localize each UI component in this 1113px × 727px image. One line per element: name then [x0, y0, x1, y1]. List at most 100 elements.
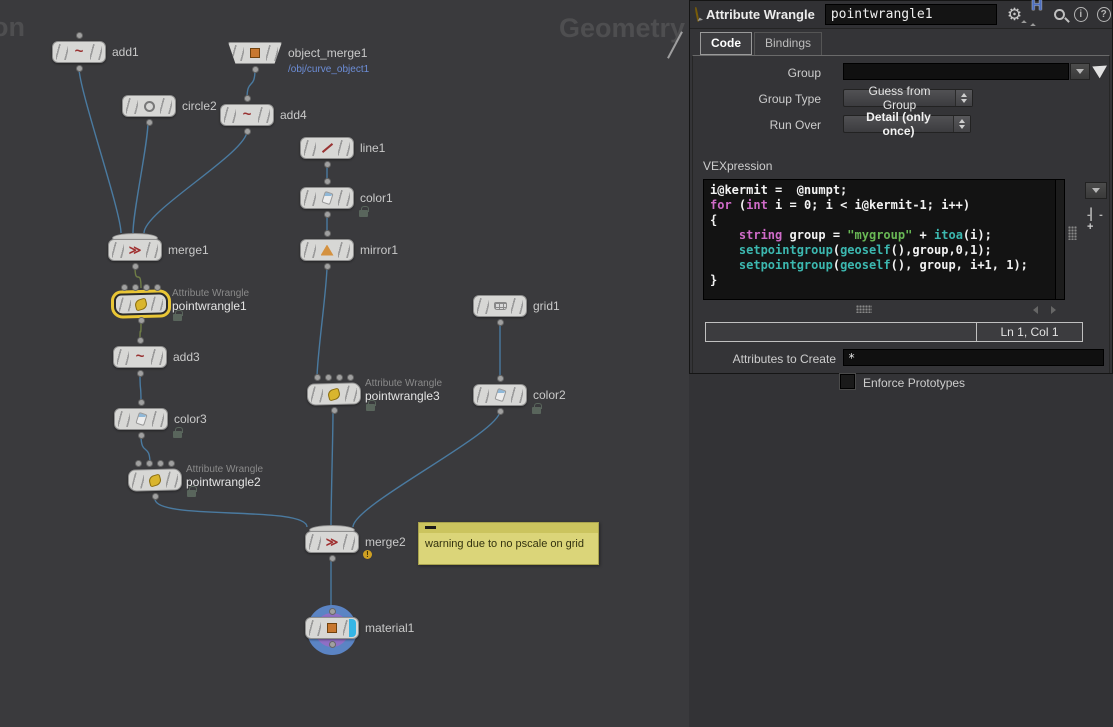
- merge-icon: ≫: [129, 243, 142, 257]
- run-over-spinner-icon[interactable]: [953, 116, 970, 132]
- input-connector[interactable]: [143, 284, 150, 291]
- output-connector[interactable]: [146, 119, 153, 126]
- warning-icon[interactable]: !: [363, 550, 372, 559]
- group-input[interactable]: [843, 63, 1069, 80]
- network-editor[interactable]: on Geometry ~add1object_merge1/obj/curve…: [0, 0, 689, 727]
- houdini-logo-icon[interactable]: H: [1031, 0, 1045, 33]
- node-add4[interactable]: ~: [220, 104, 274, 126]
- node-line1[interactable]: [300, 137, 354, 159]
- search-icon[interactable]: [1054, 9, 1064, 20]
- input-connector[interactable]: [347, 374, 354, 381]
- group-dropdown-button[interactable]: [1070, 63, 1090, 80]
- input-connector[interactable]: [244, 95, 251, 102]
- help-icon[interactable]: ?: [1097, 7, 1111, 22]
- output-connector[interactable]: [497, 319, 504, 326]
- wire[interactable]: [331, 412, 333, 525]
- node-color2[interactable]: [473, 384, 527, 406]
- attribs-to-create-input[interactable]: [843, 349, 1104, 366]
- wave-icon: ~: [243, 110, 252, 120]
- output-connector[interactable]: [244, 128, 251, 135]
- output-connector[interactable]: [152, 493, 159, 500]
- input-connector[interactable]: [497, 375, 504, 382]
- tab-code[interactable]: Code: [700, 32, 752, 55]
- run-over-select[interactable]: Detail (only once): [843, 115, 971, 133]
- node-merge2[interactable]: ≫: [305, 531, 359, 553]
- node-color1[interactable]: [300, 187, 354, 209]
- input-connector[interactable]: [168, 460, 175, 467]
- output-connector[interactable]: [138, 317, 145, 324]
- spray-icon: [321, 191, 333, 205]
- node-grid1[interactable]: [473, 295, 527, 317]
- group-type-spinner-icon[interactable]: [955, 90, 972, 106]
- group-pick-arrow-icon[interactable]: [1092, 60, 1110, 79]
- input-connector[interactable]: [324, 230, 331, 237]
- output-connector[interactable]: [76, 65, 83, 72]
- wire[interactable]: [155, 499, 307, 527]
- scroll-left-icon[interactable]: [1033, 306, 1038, 314]
- node-add1[interactable]: ~: [52, 41, 106, 63]
- node-label: pointwrangle1: [172, 299, 247, 313]
- node-mirror1[interactable]: [300, 239, 354, 261]
- output-connector[interactable]: [331, 407, 338, 414]
- wire[interactable]: [133, 122, 148, 233]
- vex-code-editor[interactable]: i@kermit = @numpt;for (int i = 0; i < i@…: [703, 179, 1065, 300]
- node-label: pointwrangle3: [365, 389, 440, 403]
- node-pointwrangle1[interactable]: [114, 292, 168, 315]
- lock-icon: [532, 407, 541, 414]
- output-connector[interactable]: [252, 66, 259, 73]
- editor-grip-icon[interactable]: [1068, 226, 1077, 240]
- input-connector[interactable]: [336, 374, 343, 381]
- input-connector[interactable]: [157, 460, 164, 467]
- vex-expand-icon[interactable]: -▏-+: [1087, 208, 1109, 233]
- group-type-select[interactable]: Guess from Group: [843, 89, 973, 107]
- tab-bindings[interactable]: Bindings: [754, 32, 822, 55]
- sticky-note-header[interactable]: [419, 523, 598, 533]
- vex-editor-scrollbar[interactable]: [1055, 179, 1065, 300]
- node-name-input[interactable]: [825, 4, 997, 25]
- node-label: add4: [280, 108, 307, 122]
- node-object_merge1[interactable]: [228, 42, 282, 64]
- scroll-right-icon[interactable]: [1051, 306, 1056, 314]
- input-connector[interactable]: [146, 460, 153, 467]
- node-color3[interactable]: [114, 408, 168, 430]
- input-connector[interactable]: [329, 608, 336, 615]
- input-connector[interactable]: [154, 284, 161, 291]
- wire[interactable]: [79, 68, 121, 233]
- enforce-prototypes-checkbox[interactable]: [840, 374, 855, 389]
- display-flag[interactable]: [349, 619, 356, 637]
- node-merge1[interactable]: ≫: [108, 239, 162, 261]
- output-connector[interactable]: [137, 370, 144, 377]
- sticky-note[interactable]: warning due to no pscale on grid: [418, 522, 599, 565]
- output-connector[interactable]: [324, 211, 331, 218]
- output-connector[interactable]: [132, 263, 139, 270]
- output-connector[interactable]: [497, 408, 504, 415]
- info-icon[interactable]: i: [1074, 7, 1088, 22]
- output-connector[interactable]: [324, 161, 331, 168]
- wire[interactable]: [317, 266, 327, 378]
- output-connector[interactable]: [329, 555, 336, 562]
- node-pointwrangle2[interactable]: [128, 468, 182, 491]
- gear-icon[interactable]: ⚙: [1007, 6, 1022, 23]
- input-connector[interactable]: [121, 284, 128, 291]
- node-add3[interactable]: ~: [113, 346, 167, 368]
- output-connector[interactable]: [324, 263, 331, 270]
- input-connector[interactable]: [324, 178, 331, 185]
- collapse-note-icon[interactable]: [425, 526, 436, 529]
- node-material1[interactable]: [305, 617, 359, 639]
- input-connector[interactable]: [135, 460, 142, 467]
- editor-resize-grip-icon[interactable]: [856, 305, 872, 313]
- input-connector[interactable]: [137, 337, 144, 344]
- wire[interactable]: [353, 411, 500, 527]
- output-connector[interactable]: [329, 641, 336, 648]
- node-pointwrangle3[interactable]: [307, 382, 361, 405]
- wire[interactable]: [144, 131, 247, 233]
- input-connector[interactable]: [132, 284, 139, 291]
- attribute-wrangle-icon[interactable]: [694, 7, 699, 22]
- input-connector[interactable]: [76, 32, 83, 39]
- input-connector[interactable]: [314, 374, 321, 381]
- node-circle2[interactable]: [122, 95, 176, 117]
- output-connector[interactable]: [138, 432, 145, 439]
- input-connector[interactable]: [325, 374, 332, 381]
- vex-menu-button[interactable]: [1085, 182, 1107, 199]
- input-connector[interactable]: [138, 399, 145, 406]
